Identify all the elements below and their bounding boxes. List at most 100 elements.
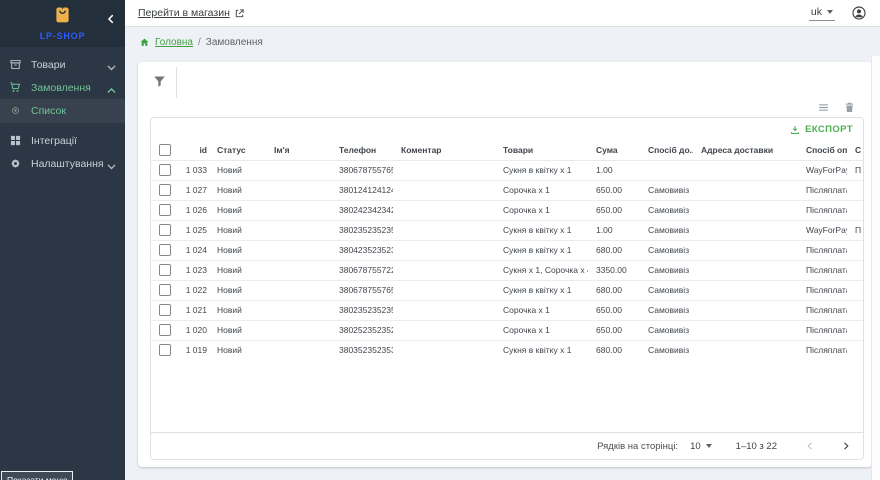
cell-products: Сукня х 1, Сорочка х 4 [495, 260, 588, 280]
pagination-bar: Рядків на сторінці: 10 1–10 з 22 [151, 432, 863, 459]
home-icon [139, 37, 150, 48]
cell-sum: 1.00 [588, 220, 640, 240]
column-header-status[interactable]: Статус [209, 141, 266, 160]
select-all-checkbox[interactable] [159, 144, 171, 156]
cell-id: 1 027 [179, 180, 209, 200]
table-row[interactable]: 1 033 Новий 380678755765 Сукня в квітку … [151, 160, 864, 180]
export-label: ЕКСПОРТ [805, 124, 853, 135]
cell-id: 1 024 [179, 240, 209, 260]
table-row[interactable]: 1 027 Новий 380124124124 Сорочка х 1 650… [151, 180, 864, 200]
column-header-address[interactable]: Адреса доставки [693, 141, 798, 160]
column-header-payment-status[interactable]: С [847, 141, 864, 160]
row-checkbox[interactable] [159, 284, 171, 296]
density-button[interactable] [817, 101, 830, 114]
cell-comment [393, 320, 495, 340]
column-header-comment[interactable]: Коментар [393, 141, 495, 160]
row-checkbox[interactable] [159, 244, 171, 256]
cell-address [693, 240, 798, 260]
cell-delivery: Самовивіз [640, 240, 693, 260]
view-list-icon [817, 101, 830, 114]
cell-products: Сукня в квітку х 1 [495, 240, 588, 260]
cell-payment: WayForPay [798, 160, 847, 180]
cell-id: 1 021 [179, 300, 209, 320]
row-checkbox[interactable] [159, 204, 171, 216]
row-checkbox[interactable] [159, 304, 171, 316]
cell-address [693, 220, 798, 240]
column-header-id[interactable]: id [179, 141, 209, 160]
next-page-button[interactable] [839, 439, 853, 453]
sidebar-item-products[interactable]: Товари [0, 53, 125, 76]
rows-per-page-label: Рядків на сторінці: [597, 441, 678, 452]
column-header-payment[interactable]: Спосіб оп... [798, 141, 847, 160]
trash-icon [843, 101, 856, 114]
previous-page-button[interactable] [803, 439, 817, 453]
language-select[interactable]: uk [809, 5, 835, 21]
column-header-products[interactable]: Товари [495, 141, 588, 160]
sidebar-item-orders-list[interactable]: Список [0, 99, 125, 123]
breadcrumb-home-link[interactable]: Головна [155, 37, 193, 48]
table-row[interactable]: 1 021 Новий 380235235235 Сорочка х 1 650… [151, 300, 864, 320]
sidebar-item-settings[interactable]: Налаштування [0, 152, 125, 175]
sidebar-header: LP-SHOP [0, 0, 125, 47]
row-checkbox[interactable] [159, 224, 171, 236]
export-button[interactable]: ЕКСПОРТ [789, 124, 853, 136]
grid-squares-icon [9, 134, 22, 147]
store-link-label: Перейти в магазин [138, 7, 230, 19]
external-link-icon [234, 8, 245, 19]
cell-phone: 380678755765 [331, 280, 393, 300]
column-header-sum[interactable]: Сума [588, 141, 640, 160]
cell-delivery: Самовивіз [640, 260, 693, 280]
cell-products: Сорочка х 1 [495, 200, 588, 220]
row-checkbox[interactable] [159, 324, 171, 336]
filter-button[interactable] [152, 74, 167, 89]
divider [176, 67, 177, 98]
gear-icon [9, 157, 22, 170]
cell-payment: Післяплата [798, 200, 847, 220]
sidebar: LP-SHOP Товари Замовлення [0, 0, 125, 480]
collapse-sidebar-button[interactable] [104, 12, 118, 26]
column-header-phone[interactable]: Телефон [331, 141, 393, 160]
cell-phone: 380252352352 [331, 320, 393, 340]
row-checkbox[interactable] [159, 164, 171, 176]
cell-name [266, 160, 331, 180]
cell-payment_status [847, 320, 864, 340]
cell-id: 1 020 [179, 320, 209, 340]
table-row[interactable]: 1 020 Новий 380252352352 Сорочка х 1 650… [151, 320, 864, 340]
row-checkbox[interactable] [159, 184, 171, 196]
go-to-store-link[interactable]: Перейти в магазин [138, 7, 245, 19]
table-row[interactable]: 1 022 Новий 380678755765 Сукня в квітку … [151, 280, 864, 300]
table-row[interactable]: 1 019 Новий 380352352353 Сукня в квітку … [151, 340, 864, 360]
column-header-delivery[interactable]: Спосіб до... [640, 141, 693, 160]
cell-name [266, 340, 331, 360]
cell-address [693, 260, 798, 280]
menu-tooltip: Показати меню [1, 471, 73, 480]
cell-id: 1 025 [179, 220, 209, 240]
table-row[interactable]: 1 023 Новий 380678755722 Сукня х 1, Соро… [151, 260, 864, 280]
cell-products: Сорочка х 1 [495, 180, 588, 200]
cell-payment_status [847, 300, 864, 320]
cell-status: Новий [209, 220, 266, 240]
breadcrumb: Головна / Замовлення [139, 37, 263, 48]
rows-per-page-select[interactable]: 10 [690, 441, 712, 452]
cell-status: Новий [209, 340, 266, 360]
cell-name [266, 220, 331, 240]
table-row[interactable]: 1 026 Новий 380242342342 Сорочка х 1 650… [151, 200, 864, 220]
row-checkbox[interactable] [159, 264, 171, 276]
table-row[interactable]: 1 025 Новий 380235235235 Сукня в квітку … [151, 220, 864, 240]
row-checkbox[interactable] [159, 344, 171, 356]
column-header-name[interactable]: Ім'я [266, 141, 331, 160]
cell-sum: 1.00 [588, 160, 640, 180]
cell-phone: 380242342342 [331, 200, 393, 220]
delete-button[interactable] [843, 101, 856, 114]
cell-delivery [640, 160, 693, 180]
cell-products: Сорочка х 1 [495, 300, 588, 320]
scrollbar[interactable] [871, 56, 880, 480]
cell-status: Новий [209, 160, 266, 180]
orders-table-card: ЕКСПОРТ id Статус Ім'я [150, 117, 864, 460]
sidebar-item-integrations[interactable]: Інтеграції [0, 129, 125, 152]
sidebar-item-orders[interactable]: Замовлення [0, 76, 125, 99]
table-row[interactable]: 1 024 Новий 380423523523 Сукня в квітку … [151, 240, 864, 260]
account-button[interactable] [851, 5, 867, 21]
orders-card: ЕКСПОРТ id Статус Ім'я [138, 62, 872, 467]
cell-comment [393, 340, 495, 360]
